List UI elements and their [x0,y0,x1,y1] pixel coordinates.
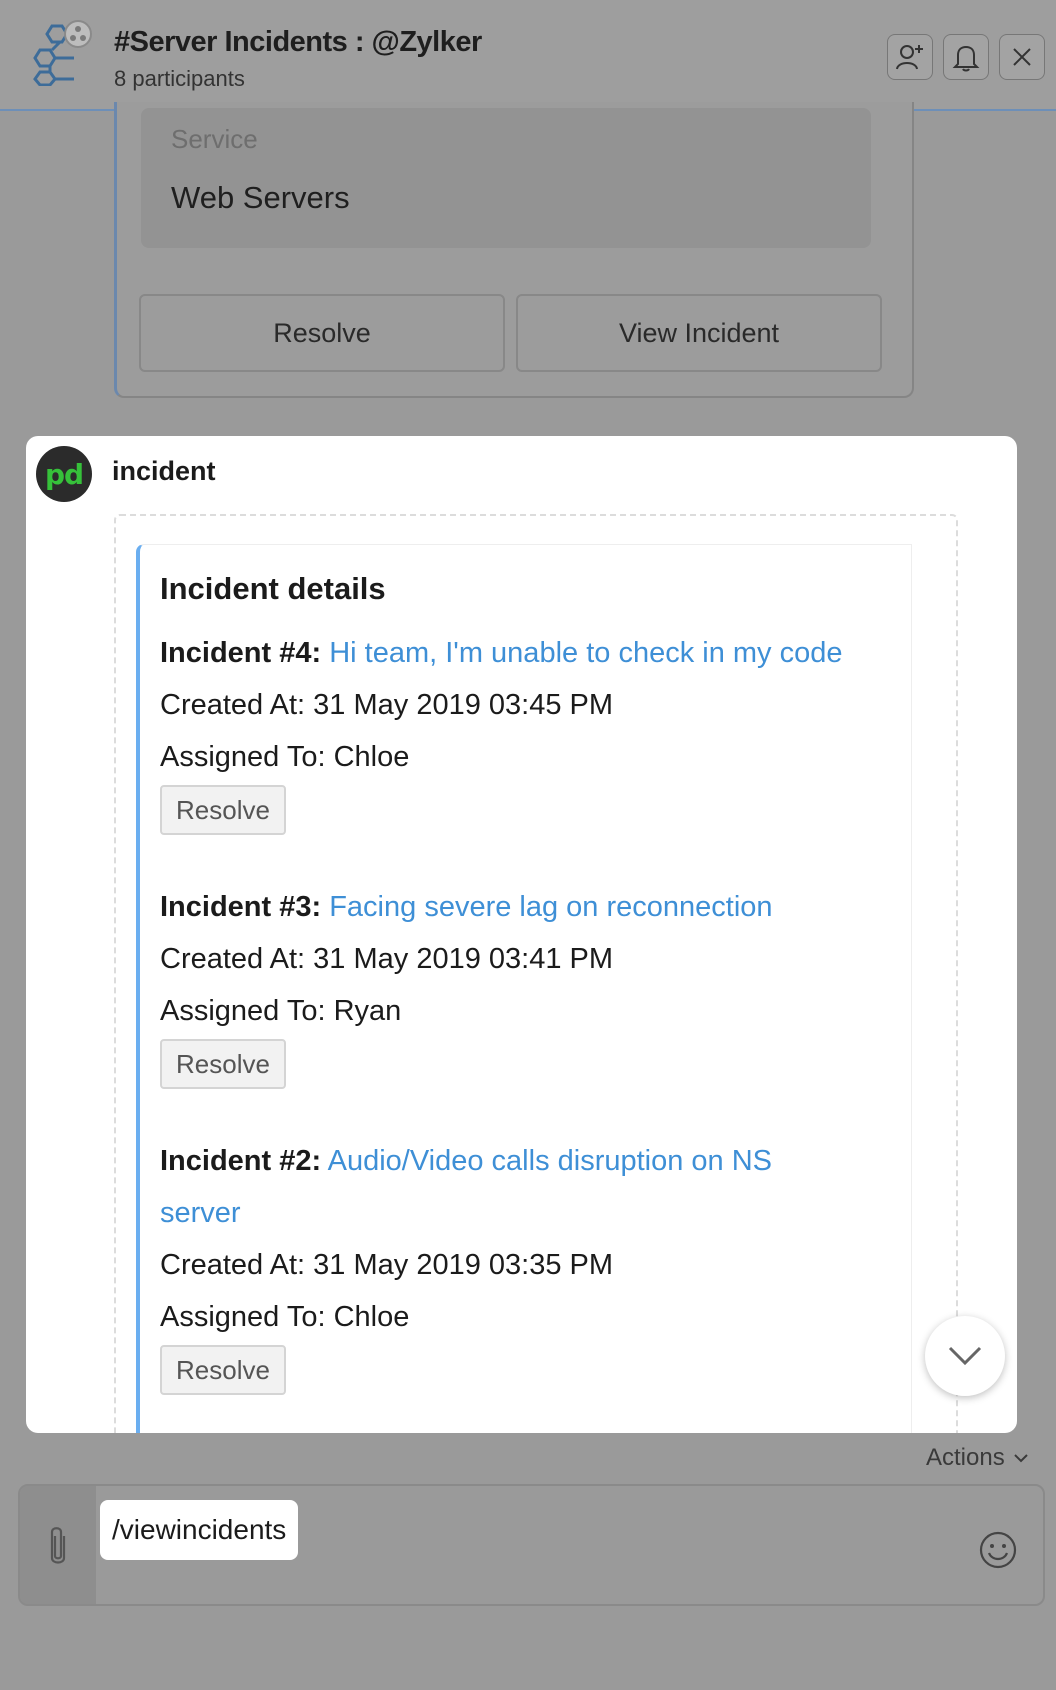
assigned-to: Assigned To: Ryan [160,985,860,1037]
incident-heading: Incident #3: Facing severe lag on reconn… [160,881,860,933]
incident-link[interactable]: Hi team, I'm unable to check in my code [329,637,842,669]
assigned-value: Chloe [333,1301,410,1333]
assigned-value: Chloe [333,741,410,773]
message-composer: /viewincidents [18,1484,1045,1606]
incident-number: Incident #2: [160,1145,322,1177]
resolve-button[interactable]: Resolve [160,1345,286,1395]
chevron-down-icon [1013,1454,1028,1463]
chat-header: #Server Incidents : @Zylker 8 participan… [0,0,1056,111]
created-at: Created At: 31 May 2019 03:35 PM [160,1239,800,1291]
close-icon [1013,48,1031,66]
incident-number: Incident #4: [160,637,322,669]
participants-count[interactable]: 8 participants [114,66,245,92]
actions-label: Actions [926,1444,1005,1471]
service-label: Service [171,124,258,154]
assigned-to: Assigned To: Chloe [160,731,860,783]
created-at: Created At: 31 May 2019 03:45 PM [160,679,860,731]
channel-title[interactable]: #Server Incidents : @Zylker [114,26,482,59]
add-participant-button[interactable] [887,34,933,80]
view-incident-button[interactable]: View Incident [516,294,882,372]
assigned-label: Assigned To: [160,741,326,773]
chevron-down-icon [948,1346,982,1366]
incident-heading: Incident #4: Hi team, I'm unable to chec… [160,627,860,679]
card-title: Incident details [160,571,386,606]
bot-message-panel: pd incident Incident details Incident #4… [26,436,1017,1433]
incident-item: Incident #4: Hi team, I'm unable to chec… [160,627,860,835]
incident-heading: Incident #2: Audio/Video calls disruptio… [160,1135,800,1239]
incident-details-card: Incident details Incident #4: Hi team, I… [136,544,912,1433]
assigned-to: Assigned To: Chloe [160,1291,800,1343]
avatar[interactable]: pd [36,446,92,502]
resolve-button[interactable]: Resolve [160,1039,286,1089]
created-value: 31 May 2019 03:45 PM [313,689,614,721]
resolve-button[interactable]: Resolve [139,294,505,372]
created-at: Created At: 31 May 2019 03:41 PM [160,933,860,985]
scroll-to-bottom-button[interactable] [925,1316,1005,1396]
incident-number: Incident #3: [160,891,322,923]
resolve-button[interactable]: Resolve [160,785,286,835]
assigned-label: Assigned To: [160,995,326,1027]
created-label: Created At: [160,689,306,721]
created-value: 31 May 2019 03:35 PM [313,1249,614,1281]
assigned-label: Assigned To: [160,1301,326,1333]
previous-incident-card: Service Web Servers Resolve View Inciden… [114,102,914,398]
close-button[interactable] [999,34,1045,80]
add-user-icon [896,45,923,70]
bell-icon [952,45,980,72]
actions-dropdown[interactable]: Actions [926,1444,1029,1472]
created-label: Created At: [160,1249,306,1281]
sender-name[interactable]: incident [112,456,216,487]
service-value: Web Servers [171,180,350,215]
paperclip-icon [50,1527,66,1564]
message-input[interactable]: /viewincidents [100,1500,299,1560]
incident-item: Incident #3: Facing severe lag on reconn… [160,881,860,1089]
attach-button[interactable] [20,1486,96,1604]
incident-item: Incident #2: Audio/Video calls disruptio… [160,1135,800,1395]
assigned-value: Ryan [333,995,402,1027]
created-value: 31 May 2019 03:41 PM [313,943,614,975]
incident-link[interactable]: Facing severe lag on reconnection [329,891,772,923]
notification-button[interactable] [943,34,989,80]
service-field: Service Web Servers [141,108,871,248]
created-label: Created At: [160,943,306,975]
emoji-icon[interactable] [978,1530,1018,1570]
channel-logo-icon [33,20,92,86]
